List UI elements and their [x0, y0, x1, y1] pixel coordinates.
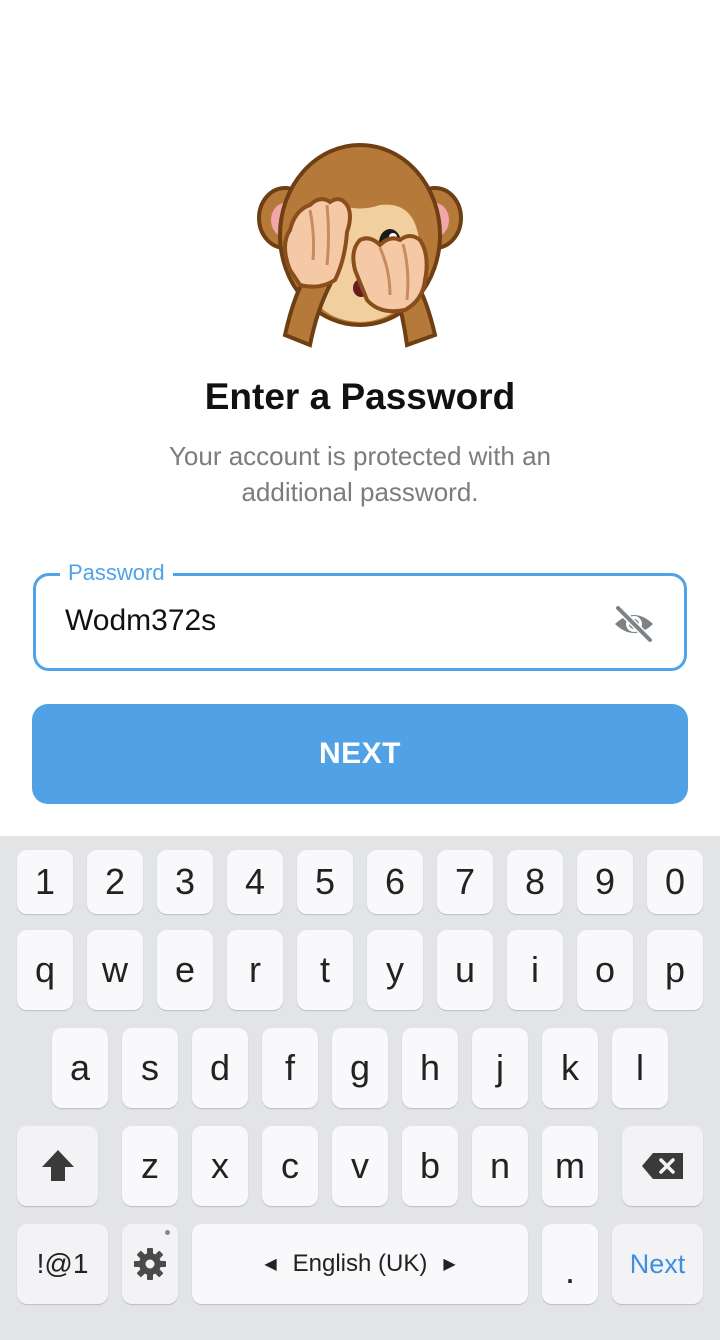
space-key[interactable]: ◀ English (UK) ▶ [192, 1224, 528, 1304]
key-i[interactable]: i [507, 930, 563, 1010]
key-q[interactable]: q [17, 930, 73, 1010]
key-d[interactable]: d [192, 1028, 248, 1108]
key-c[interactable]: c [262, 1126, 318, 1206]
eye-off-icon[interactable] [612, 604, 656, 644]
key-j[interactable]: j [472, 1028, 528, 1108]
page-subtitle: Your account is protected with an additi… [0, 438, 720, 510]
next-button[interactable]: NEXT [32, 704, 688, 804]
key-0[interactable]: 0 [647, 850, 703, 914]
key-y[interactable]: y [367, 930, 423, 1010]
key-r[interactable]: r [227, 930, 283, 1010]
key-4[interactable]: 4 [227, 850, 283, 914]
page-title: Enter a Password [204, 376, 516, 417]
settings-key[interactable] [122, 1224, 178, 1304]
subtitle-line-2: additional password. [241, 477, 479, 507]
backspace-icon [641, 1153, 683, 1179]
key-z[interactable]: z [122, 1126, 178, 1206]
key-p[interactable]: p [647, 930, 703, 1010]
shift-arrow-icon [41, 1150, 74, 1181]
shift-key[interactable] [17, 1126, 98, 1206]
key-v[interactable]: v [332, 1126, 388, 1206]
key-a[interactable]: a [52, 1028, 108, 1108]
key-2[interactable]: 2 [87, 850, 143, 914]
on-screen-keyboard: 1 2 3 4 5 6 7 8 9 0 q w e r t y u i o p … [0, 836, 720, 1340]
symbols-key[interactable]: !@1 [17, 1224, 108, 1304]
key-7[interactable]: 7 [437, 850, 493, 914]
key-t[interactable]: t [297, 930, 353, 1010]
key-g[interactable]: g [332, 1028, 388, 1108]
password-field-label: Password [60, 558, 173, 588]
space-key-label: English (UK) [292, 1250, 428, 1277]
key-l[interactable]: l [612, 1028, 668, 1108]
key-5[interactable]: 5 [297, 850, 353, 914]
key-n[interactable]: n [472, 1126, 528, 1206]
monkey-covering-eyes-icon [257, 143, 463, 348]
key-w[interactable]: w [87, 930, 143, 1010]
key-f[interactable]: f [262, 1028, 318, 1108]
key-6[interactable]: 6 [367, 850, 423, 914]
key-u[interactable]: u [437, 930, 493, 1010]
key-s[interactable]: s [122, 1028, 178, 1108]
key-e[interactable]: e [157, 930, 213, 1010]
key-8[interactable]: 8 [507, 850, 563, 914]
key-o[interactable]: o [577, 930, 633, 1010]
subtitle-line-1: Your account is protected with an [168, 441, 552, 471]
key-b[interactable]: b [402, 1126, 458, 1206]
gear-icon [134, 1248, 166, 1280]
key-m[interactable]: m [542, 1126, 598, 1206]
password-input[interactable]: Wodm372s [65, 604, 216, 638]
keyboard-next-key[interactable]: Next [612, 1224, 703, 1304]
caret-left-icon: ◀ [264, 1256, 277, 1273]
period-key[interactable]: . [542, 1224, 598, 1304]
backspace-key[interactable] [622, 1126, 703, 1206]
key-9[interactable]: 9 [577, 850, 633, 914]
key-k[interactable]: k [542, 1028, 598, 1108]
caret-right-icon: ▶ [443, 1256, 456, 1273]
key-x[interactable]: x [192, 1126, 248, 1206]
key-h[interactable]: h [402, 1028, 458, 1108]
password-field[interactable]: Password Wodm372s [33, 558, 687, 671]
key-1[interactable]: 1 [17, 850, 73, 914]
settings-dot [165, 1230, 170, 1235]
key-3[interactable]: 3 [157, 850, 213, 914]
